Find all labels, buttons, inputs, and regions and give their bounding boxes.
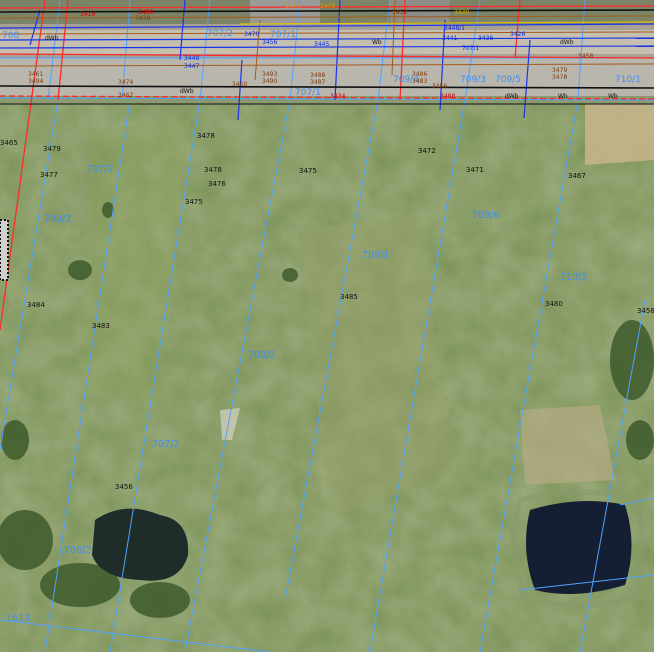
point-number: 3472 (418, 147, 436, 155)
parcel-label[interactable]: 1613 (6, 613, 30, 624)
strip-label: 707/1 (462, 45, 479, 52)
point-number: 3478 (197, 132, 215, 140)
point-number: 3480 (545, 300, 563, 308)
strip-label: 3441 (442, 35, 457, 42)
strip-label: 3438 (135, 15, 150, 22)
point-number: 3477 (40, 171, 58, 179)
road-label: dWb (560, 39, 574, 46)
strip-label: 3479 (552, 67, 567, 74)
strip-label: 3470 (244, 31, 259, 38)
point-number: 3476 (208, 180, 226, 188)
point-number: 3475 (299, 167, 317, 175)
strip-label: 3456 (432, 83, 447, 90)
strip-label: 3456 (262, 39, 277, 46)
point-number: 3478 (204, 166, 222, 174)
point-number: 3483 (92, 322, 110, 330)
road-label: Wb (372, 39, 382, 46)
strip-label: 3448 (184, 55, 199, 62)
strip-label: 3483 (412, 78, 427, 85)
strip-label: 3416 (80, 11, 95, 18)
strip-label: 3461 (28, 71, 43, 78)
strip-label: 3462 (118, 92, 133, 99)
strip-label: 3478 (552, 74, 567, 81)
strip-label: 3487 (310, 79, 325, 86)
strip-label: 3486 (412, 71, 427, 78)
parcel-label[interactable]: 707/2 (152, 439, 179, 450)
parcel-label[interactable]: 709/2 (44, 214, 71, 225)
strip-label: 3490 (262, 78, 277, 85)
parcel-label[interactable]: 707/2 (86, 164, 113, 175)
strip-label: 3476 (320, 3, 335, 10)
strip-label: 3448/1 (444, 25, 465, 32)
strip-label: 3460 (232, 81, 247, 88)
strip-label: 3430 (454, 9, 469, 16)
point-number: 3465 (0, 139, 18, 147)
strip-label: 3488 (310, 72, 325, 79)
point-number: 3471 (466, 166, 484, 174)
point-number: 3475 (185, 198, 203, 206)
strip-label: 3474 (118, 79, 133, 86)
parcel-label[interactable]: 709/6 (472, 210, 499, 221)
parcel-label[interactable]: 708 (2, 31, 19, 41)
strip-label: 3426 (510, 31, 525, 38)
parcel-label[interactable]: 709/3 (460, 75, 486, 85)
point-number: 3479 (43, 145, 61, 153)
point-number: 3458 (637, 307, 654, 315)
parcel-label[interactable]: 710/1 (615, 75, 641, 85)
strip-label: 3445 (314, 41, 329, 48)
point-number: 3485 (340, 293, 358, 301)
road-label: Wb (608, 93, 618, 100)
map-canvas[interactable]: 708 707/2 707/1 707/1 709/4 709/3 709/5 … (0, 0, 654, 652)
parcel-label[interactable]: 707/2 (207, 29, 233, 39)
parcel-label[interactable]: 708/2 (248, 350, 275, 361)
parcel-label[interactable]: 710/2 (560, 272, 587, 283)
road-label: dWb (180, 88, 194, 95)
strip-label: 3447 (184, 63, 199, 70)
strip-label: 3494 (28, 78, 43, 85)
road-label: Wb (558, 93, 568, 100)
strip-label: 3434 (330, 93, 345, 100)
point-number: 3456 (115, 483, 133, 491)
strip-label: 3488 (440, 93, 455, 100)
road-label: dWb (45, 35, 59, 42)
road-label: dWb (505, 93, 519, 100)
parcel-label[interactable]: 709/1 (362, 250, 389, 261)
strip-label: 3479 (285, 3, 300, 10)
strip-label: 3493 (262, 71, 277, 78)
strip-label: 3452 (392, 9, 407, 16)
parcel-label[interactable]: 706/2 (64, 545, 91, 556)
parcel-label[interactable]: 709/5 (495, 75, 521, 85)
labels-layer: 708 707/2 707/1 707/1 709/4 709/3 709/5 … (0, 3, 654, 624)
strip-label: 3436 (478, 35, 493, 42)
point-number: 3484 (27, 301, 45, 309)
point-number: 3467 (568, 172, 586, 180)
parcel-label[interactable]: 707/1 (295, 88, 321, 98)
strip-label: 3458 (578, 53, 593, 60)
